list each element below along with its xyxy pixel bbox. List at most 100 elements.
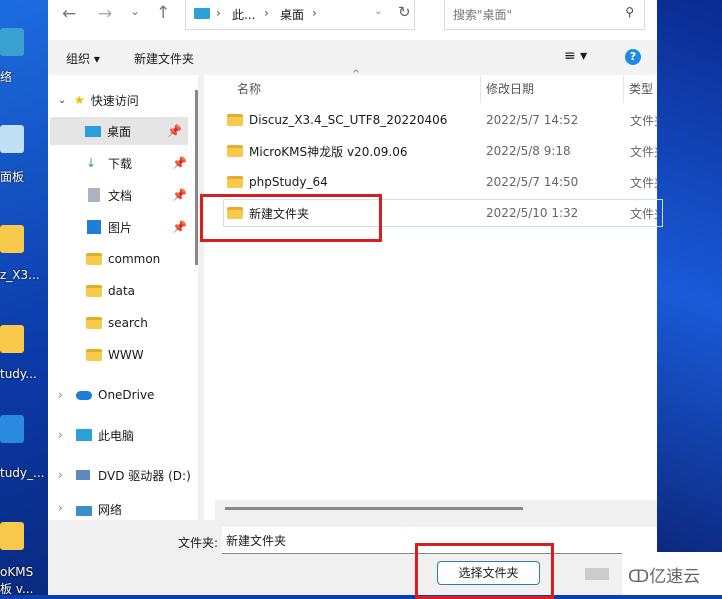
file-date: 2022/5/8 9:18	[486, 144, 571, 158]
sidebar-item-this-pc[interactable]: › 此电脑	[48, 421, 200, 449]
desktop-label: 络	[0, 70, 13, 84]
desktop-left: 络 面板 z_X3... tudy... tudy_... oKMS 板 v..…	[0, 0, 48, 596]
sidebar-item-label: search	[108, 316, 148, 330]
control-panel-desktop-icon[interactable]	[0, 125, 24, 153]
pin-icon[interactable]: 📌	[172, 220, 187, 234]
folder-icon	[86, 317, 102, 329]
file-list: ^ 名称 修改日期 类型 Discuz_X3.4_SC_UTF8_2022040…	[205, 69, 663, 520]
file-name: Discuz_X3.4_SC_UTF8_20220406	[249, 113, 448, 127]
navigation-pane: ⌄ ★ 快速访问 桌面 📌 ↓ 下载 📌 文档 📌 图片 📌 common da…	[48, 75, 204, 520]
sidebar-item-network[interactable]: › 网络	[48, 501, 200, 520]
phpstudy-desktop-icon[interactable]	[0, 415, 24, 443]
sidebar-item-label: 下载	[108, 156, 133, 171]
folder-icon	[227, 114, 243, 126]
chevron-right-icon: ›	[58, 501, 63, 515]
file-name: phpStudy_64	[249, 175, 328, 189]
forward-button[interactable]: →	[98, 4, 112, 24]
sidebar-item-pictures[interactable]: 图片 📌	[48, 213, 200, 241]
file-name: MicroKMS神龙版 v20.09.06	[249, 144, 408, 159]
cloud-icon	[76, 390, 92, 400]
cancel-button-blurred[interactable]	[585, 568, 609, 580]
file-row[interactable]: MicroKMS神龙版 v20.09.06 2022/5/8 9:18 文件夹	[223, 137, 663, 165]
sidebar-item-search[interactable]: search	[48, 309, 200, 337]
search-icon: ⚲	[625, 5, 634, 19]
sidebar-item-label: DVD 驱动器 (D:)	[98, 468, 191, 483]
chevron-right-icon: ›	[216, 6, 221, 20]
sidebar-item-label: common	[108, 252, 161, 266]
horizontal-scrollbar-track	[215, 500, 657, 520]
sidebar-item-label: 桌面	[107, 124, 132, 139]
sidebar-item-downloads[interactable]: ↓ 下载 📌	[48, 149, 200, 177]
sidebar-item-common[interactable]: common	[48, 245, 200, 273]
desktop-icon	[194, 8, 210, 19]
watermark-text: 亿速云	[649, 567, 701, 587]
folder-name-value: 新建文件夹	[226, 534, 287, 548]
picture-icon	[87, 220, 101, 234]
desktop-right	[657, 0, 722, 595]
desktop-label: tudy_...	[0, 466, 45, 480]
download-icon: ↓	[86, 156, 97, 170]
highlight-box-select-button	[415, 543, 554, 599]
desktop-label: tudy...	[0, 367, 37, 381]
help-button[interactable]: ?	[625, 49, 641, 65]
view-options-button[interactable]: ≡ ▾	[564, 48, 587, 64]
folder-desktop-icon[interactable]	[0, 522, 24, 550]
column-header-type[interactable]: 类型	[629, 80, 653, 97]
desktop-label: 板 v...	[0, 582, 34, 596]
folder-desktop-icon[interactable]	[0, 225, 24, 253]
sidebar-item-documents[interactable]: 文档 📌	[48, 181, 200, 209]
column-divider[interactable]	[480, 75, 481, 103]
desktop-label: oKMS	[0, 565, 34, 579]
sidebar-item-label: data	[108, 284, 136, 298]
sidebar-item-onedrive[interactable]: › OneDrive	[48, 381, 200, 409]
sidebar-item-desktop[interactable]: 桌面 📌	[50, 117, 188, 145]
network-icon	[76, 506, 92, 516]
sidebar-item-quick-access[interactable]: ⌄ ★ 快速访问	[48, 86, 200, 114]
search-input[interactable]: 搜索"桌面" ⚲	[444, 0, 645, 30]
folder-picker-dialog: ← → ⌄ ↑ › 此... › 桌面 › ⌄ ↻ 搜索"桌面" ⚲ 组织 ▾ …	[48, 0, 663, 595]
recent-locations-button[interactable]: ⌄	[130, 4, 140, 18]
address-dropdown-icon[interactable]: ⌄	[374, 6, 382, 17]
highlight-box-new-folder	[200, 194, 382, 242]
pane-splitter[interactable]	[198, 75, 204, 520]
back-button[interactable]: ←	[62, 4, 76, 24]
file-row[interactable]: phpStudy_64 2022/5/7 14:50 文件夹	[223, 168, 663, 196]
folder-icon	[227, 176, 243, 188]
pin-icon[interactable]: 📌	[172, 156, 187, 170]
sidebar-item-label: 此电脑	[98, 428, 135, 443]
folder-label: 文件夹:	[178, 536, 219, 550]
document-icon	[88, 188, 100, 202]
sidebar-item-www[interactable]: WWW	[48, 341, 200, 369]
up-button[interactable]: ↑	[156, 3, 170, 23]
folder-desktop-icon[interactable]	[0, 325, 24, 353]
folder-icon	[86, 285, 102, 297]
breadcrumb-item[interactable]: 桌面	[280, 6, 304, 23]
search-placeholder: 搜索"桌面"	[453, 8, 513, 22]
chevron-right-icon: ›	[312, 6, 317, 20]
sidebar-item-label: 快速访问	[90, 93, 139, 108]
column-header-name[interactable]: 名称	[237, 80, 261, 97]
organize-menu[interactable]: 组织 ▾	[66, 50, 100, 67]
dialog-footer: 文件夹: 新建文件夹 选择文件夹	[48, 520, 657, 595]
column-divider[interactable]	[623, 75, 624, 103]
network-desktop-icon[interactable]	[0, 28, 24, 56]
breadcrumb-item[interactable]: 此...	[232, 6, 255, 23]
sort-ascending-icon: ^	[352, 69, 361, 80]
sidebar-item-label: 文档	[108, 188, 133, 203]
refresh-icon[interactable]: ↻	[398, 3, 411, 21]
new-folder-button[interactable]: 新建文件夹	[134, 50, 194, 67]
address-bar[interactable]: › 此... › 桌面 › ⌄ ↻	[185, 0, 415, 30]
sidebar-item-dvd[interactable]: › DVD 驱动器 (D:)	[48, 461, 200, 489]
chevron-right-icon: ›	[58, 388, 63, 402]
dvd-drive-icon	[76, 470, 90, 480]
file-date: 2022/5/10 1:32	[486, 206, 579, 220]
horizontal-scrollbar-thumb[interactable]	[225, 507, 523, 510]
file-row[interactable]: Discuz_X3.4_SC_UTF8_20220406 2022/5/7 14:…	[223, 106, 663, 134]
pin-icon[interactable]: 📌	[172, 188, 187, 202]
column-header-date[interactable]: 修改日期	[486, 80, 534, 97]
file-type: 文件夹	[630, 175, 658, 190]
pin-icon[interactable]: 📌	[167, 124, 182, 138]
sidebar-item-data[interactable]: data	[48, 277, 200, 305]
folder-icon	[227, 145, 243, 157]
chevron-right-icon: ›	[58, 468, 63, 482]
